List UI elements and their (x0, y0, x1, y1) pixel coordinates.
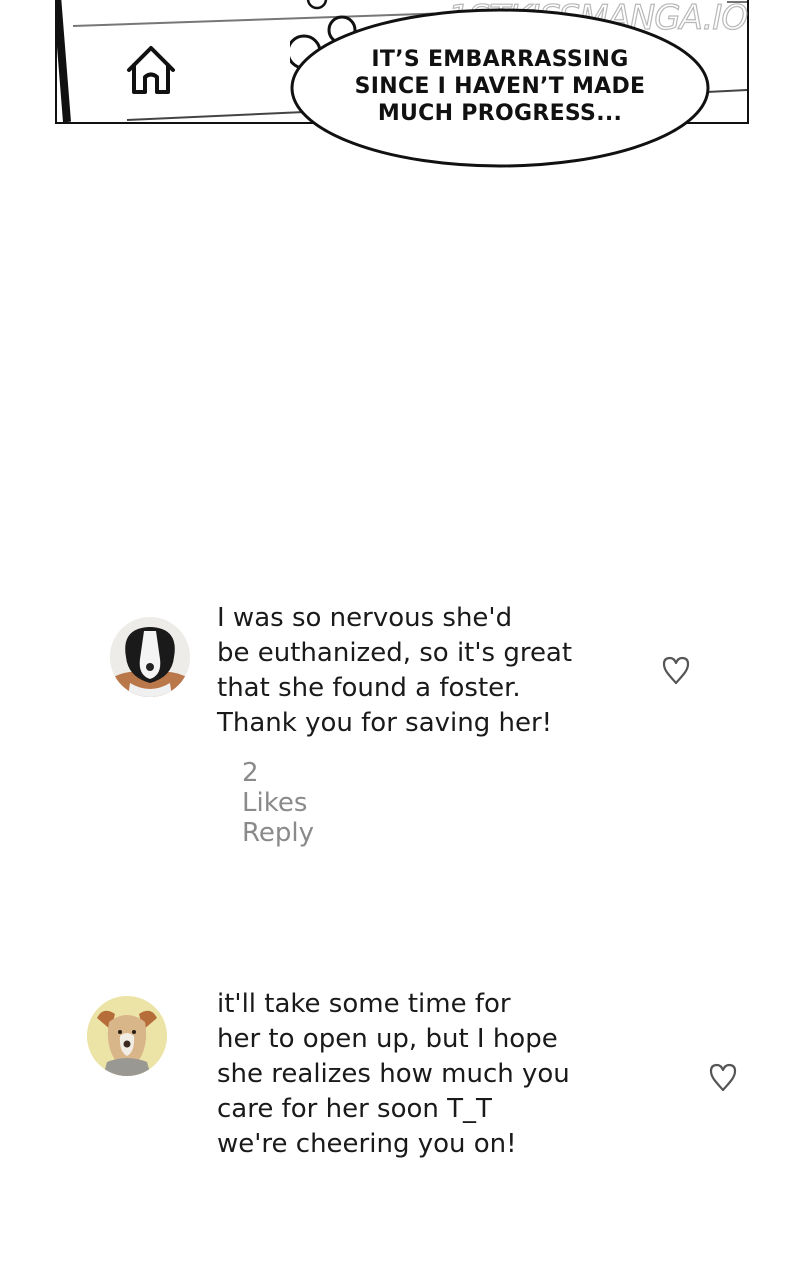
avatar[interactable] (87, 996, 167, 1076)
comment-line: she realizes how much you (217, 1059, 570, 1089)
dog-avatar-border-collie (110, 617, 190, 697)
speech-line: IT’S EMBARRASSING (371, 47, 629, 72)
speech-bubble-text: IT’S EMBARRASSING SINCE I HAVEN’T MADE M… (300, 46, 700, 127)
comment-line: it'll take some time for (217, 989, 511, 1019)
heart-outline-icon[interactable] (709, 1063, 737, 1093)
home-icon (127, 46, 175, 94)
comment-line: care for her soon T_T (217, 1094, 492, 1124)
comment-meta: 2 Likes Reply (242, 758, 314, 848)
comment-line: that she found a foster. (217, 673, 521, 703)
comment-line: we're cheering you on! (217, 1129, 517, 1159)
comment-line: her to open up, but I hope (217, 1024, 558, 1054)
speech-line: MUCH PROGRESS... (377, 101, 623, 126)
comment-line: Thank you for saving her! (217, 708, 553, 738)
comment-line: be euthanized, so it's great (217, 638, 573, 668)
heart-outline-icon[interactable] (662, 656, 690, 686)
likes-count: 2 Likes (242, 758, 308, 818)
comment-body: it'll take some time for her to open up,… (217, 987, 570, 1162)
avatar[interactable] (110, 617, 190, 697)
reply-button[interactable]: Reply (242, 818, 314, 848)
comment-line: I was so nervous she'd (217, 603, 513, 633)
comment-body: I was so nervous she'd be euthanized, so… (217, 601, 572, 741)
dog-avatar-tan (87, 996, 167, 1076)
speech-line: SINCE I HAVEN’T MADE (354, 74, 646, 99)
